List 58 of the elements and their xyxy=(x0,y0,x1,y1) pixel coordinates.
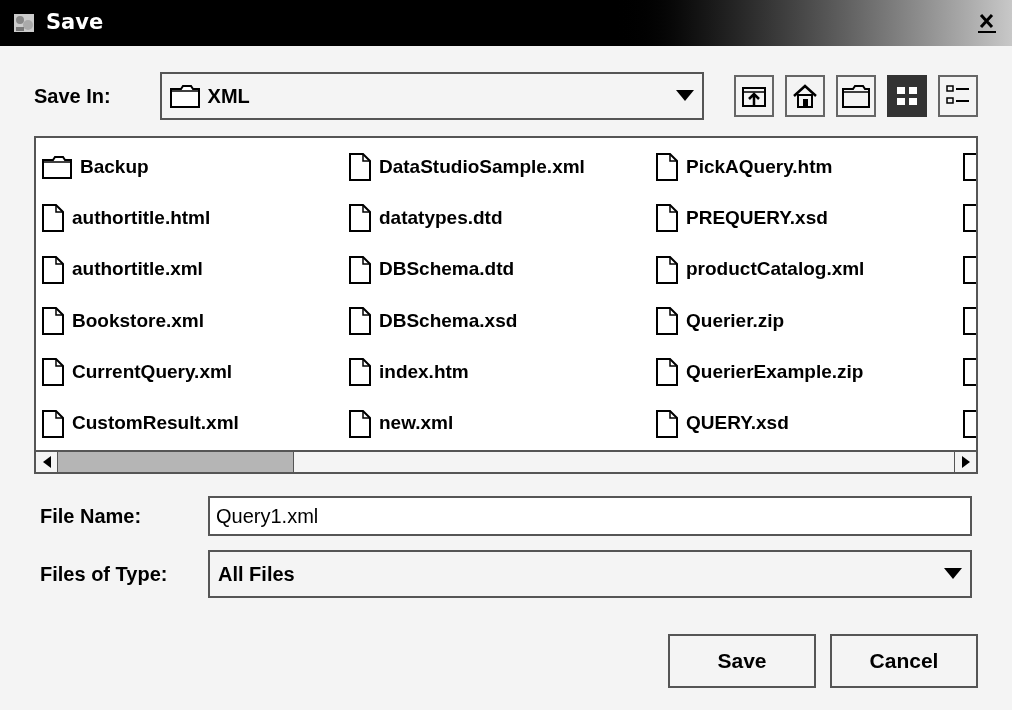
scrollbar-thumb[interactable] xyxy=(58,452,294,472)
toolbar-button[interactable] xyxy=(785,75,825,117)
file-icon xyxy=(42,204,64,233)
toolbar-button[interactable] xyxy=(938,75,978,117)
toolbar-button[interactable] xyxy=(734,75,774,117)
save-in-label: Save In: xyxy=(34,84,112,109)
folder-icon xyxy=(169,84,200,108)
file-type-label: Files of Type: xyxy=(40,562,169,587)
file-item[interactable]: DBSchema.dtd xyxy=(343,244,650,295)
file-icon xyxy=(349,307,371,335)
file-icon xyxy=(42,255,64,284)
file-icon xyxy=(349,255,371,284)
file-icon xyxy=(42,307,64,335)
file-item[interactable]: QUERY.xsd xyxy=(650,398,957,449)
file-icon xyxy=(656,153,678,181)
file-icon xyxy=(42,409,64,438)
file-icon xyxy=(349,409,371,438)
file-icon xyxy=(42,358,64,387)
file-item[interactable]: DataStudioSample.xml xyxy=(343,142,650,192)
file-icon xyxy=(656,255,678,284)
file-icon xyxy=(349,153,371,181)
file-icon xyxy=(656,409,678,438)
folder-icon xyxy=(42,155,72,179)
file-item[interactable]: datatypes.dtd xyxy=(343,193,650,244)
file-icon xyxy=(656,204,678,233)
file-item[interactable]: QuerierExample.zip xyxy=(650,347,957,398)
file-item[interactable]: index.htm xyxy=(343,347,650,398)
file-icon xyxy=(349,204,371,233)
file-icon xyxy=(349,358,371,387)
toolbar-button[interactable] xyxy=(836,75,876,117)
folder-icon xyxy=(842,84,870,108)
dialog-button[interactable]: Save xyxy=(668,634,816,688)
horizontal-scrollbar[interactable] xyxy=(36,450,976,472)
file-item[interactable]: Bookstore.xml xyxy=(36,296,343,346)
file-item[interactable]: DBSchema.xsd xyxy=(343,296,650,346)
file-item[interactable]: CustomResult.xml xyxy=(36,398,343,449)
file-type-dropdown[interactable]: All Files xyxy=(208,550,972,598)
file-item[interactable]: PickAQuery.htm xyxy=(650,142,957,192)
file-icon xyxy=(656,307,678,335)
caret-icon xyxy=(676,90,694,102)
file-item[interactable]: authortitle.html xyxy=(36,193,343,244)
file-item[interactable]: PREQUERY.xsd xyxy=(650,193,957,244)
save-in-dropdown[interactable]: XML xyxy=(159,72,704,120)
caret-icon xyxy=(944,568,962,580)
window-title: Save xyxy=(46,9,104,37)
file-item[interactable]: new.xml xyxy=(343,398,650,449)
file-name-field[interactable]: Query1.xml xyxy=(208,496,972,536)
toolbar-button[interactable] xyxy=(887,75,927,117)
file-name-label: File Name: xyxy=(40,504,143,529)
dialog-button[interactable]: Cancel xyxy=(830,634,978,688)
file-item[interactable]: productCatalog.xml xyxy=(650,244,957,295)
file-icon xyxy=(656,358,678,387)
file-item[interactable]: CurrentQuery.xml xyxy=(36,347,343,398)
home-icon xyxy=(792,83,818,109)
file-item[interactable]: Querier.zip xyxy=(650,296,957,346)
file-item[interactable]: authortitle.xml xyxy=(36,244,343,295)
file-list[interactable] xyxy=(34,136,978,474)
file-item[interactable]: Backup xyxy=(36,142,343,192)
